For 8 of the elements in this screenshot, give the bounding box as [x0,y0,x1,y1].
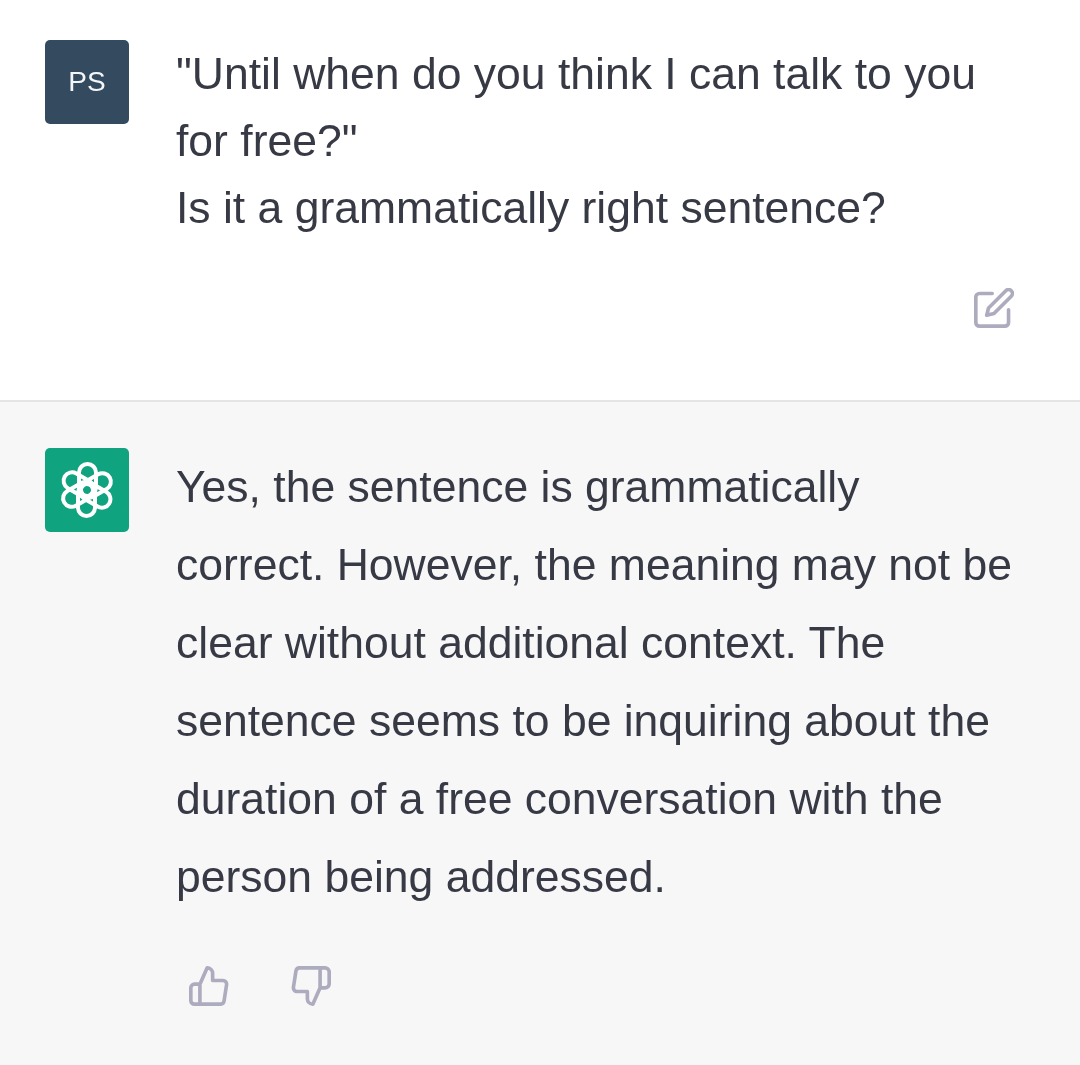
thumbs-down-icon[interactable] [291,966,331,1006]
message-text: Yes, the sentence is grammatically correct. However, the meaning may not be clear without additional context. The sentence seems to be inquiring about the duration of a free conversation with the person being addressed. [176,461,1014,903]
message-text: "Until when do you think I can talk to you for free?" [176,48,977,167]
edit-icon[interactable] [974,288,1014,328]
thumbs-up-icon[interactable] [189,966,229,1006]
user-avatar: PS [45,40,129,124]
message-text: Is it a grammatically right sentence? [176,182,887,234]
knot-logo-icon [45,448,129,532]
